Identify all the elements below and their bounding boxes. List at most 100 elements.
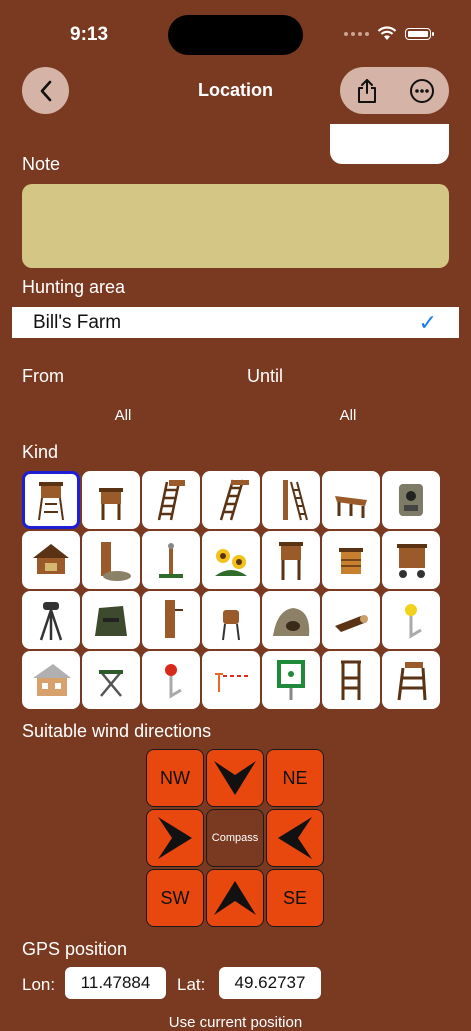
ladder-stand-icon xyxy=(157,480,185,521)
kind-tile-salt-lick-stump[interactable] xyxy=(82,531,140,589)
kind-tile-rock-den[interactable] xyxy=(262,591,320,649)
kind-tile-elevated-hide[interactable] xyxy=(262,531,320,589)
until-label: Until xyxy=(247,366,284,386)
use-current-position-button[interactable]: Use current position xyxy=(0,1014,471,1031)
kind-tile-red-pin[interactable] xyxy=(142,651,200,709)
status-time: 9:13 xyxy=(70,24,109,45)
share-icon xyxy=(358,78,377,103)
wind-nw-button[interactable]: NW xyxy=(146,749,204,807)
until-picker[interactable]: All xyxy=(225,407,471,424)
lat-label: Lat: xyxy=(177,975,206,994)
red-pin-icon xyxy=(165,664,182,699)
kind-tile-barrier[interactable] xyxy=(202,651,260,709)
high-seat-icon xyxy=(38,482,64,521)
wind-n-button[interactable] xyxy=(206,749,264,807)
note-label: Note xyxy=(22,154,61,174)
compass-center[interactable]: Compass xyxy=(206,809,264,867)
barrier-icon xyxy=(215,673,251,692)
kind-tile-ground-blind[interactable] xyxy=(82,591,140,649)
trail-camera-icon xyxy=(399,484,423,516)
kind-tile-tripod-scope[interactable] xyxy=(22,591,80,649)
kind-tile-flowers[interactable] xyxy=(202,531,260,589)
lon-field[interactable]: 11.47884 xyxy=(65,967,166,999)
wind-sw-button[interactable]: SW xyxy=(146,869,204,927)
from-label: From xyxy=(22,366,64,386)
assembly-point-sign-icon xyxy=(277,660,305,700)
kind-tile-log[interactable] xyxy=(322,591,380,649)
hunting-area-option[interactable]: Bill's Farm ✓ xyxy=(12,307,459,338)
kind-tile-ladder-seat[interactable] xyxy=(382,651,440,709)
map-preview-card[interactable] xyxy=(330,124,449,164)
marker-post-icon xyxy=(159,543,183,578)
arrow-up-icon xyxy=(214,881,256,915)
more-button[interactable] xyxy=(395,67,450,114)
bench-icon xyxy=(335,496,367,518)
hunting-chair-icon xyxy=(341,660,361,700)
kind-tile-ladder-stand[interactable] xyxy=(142,471,200,529)
elevated-hide-icon xyxy=(279,542,303,580)
barrel-feeder-icon xyxy=(222,610,240,641)
kind-tile-yellow-pin[interactable] xyxy=(382,591,440,649)
kind-tile-mobile-stand[interactable] xyxy=(382,531,440,589)
salt-lick-stump-icon xyxy=(101,542,131,581)
tripod-scope-icon xyxy=(39,602,63,641)
status-icons xyxy=(344,26,434,41)
kind-tile-folding-stool[interactable] xyxy=(82,651,140,709)
note-field[interactable] xyxy=(22,184,449,268)
wind-se-button[interactable]: SE xyxy=(266,869,324,927)
kind-label: Kind xyxy=(22,442,59,462)
kind-tile-small-stand[interactable] xyxy=(82,471,140,529)
from-picker[interactable]: All xyxy=(0,407,246,424)
kind-tile-hunting-chair[interactable] xyxy=(322,651,380,709)
folding-stool-icon xyxy=(99,670,123,697)
kind-tile-feeding-hut[interactable] xyxy=(22,531,80,589)
kind-tile-tall-ladder[interactable] xyxy=(202,471,260,529)
kind-tile-marker-post[interactable] xyxy=(142,531,200,589)
kind-tile-trail-camera[interactable] xyxy=(382,471,440,529)
lat-field[interactable]: 49.62737 xyxy=(219,967,321,999)
wind-w-button[interactable] xyxy=(146,809,204,867)
wind-label: Suitable wind directions xyxy=(22,721,212,741)
kind-tile-tree-ladder[interactable] xyxy=(262,471,320,529)
feeding-hut-icon xyxy=(33,544,69,574)
small-stand-icon xyxy=(99,488,123,520)
dynamic-island xyxy=(168,15,303,55)
gps-label: GPS position xyxy=(22,939,128,959)
wind-s-button[interactable] xyxy=(206,869,264,927)
lon-label: Lon: xyxy=(22,975,56,994)
wifi-icon xyxy=(377,26,397,40)
checkmark-icon: ✓ xyxy=(418,309,437,335)
hunting-area-name: Bill's Farm xyxy=(33,311,122,333)
wind-e-button[interactable] xyxy=(266,809,324,867)
ground-blind-icon xyxy=(95,606,127,636)
kind-tile-barrel-feeder[interactable] xyxy=(202,591,260,649)
kind-tile-bench[interactable] xyxy=(322,471,380,529)
kind-tile-box-feeder[interactable] xyxy=(322,531,380,589)
kind-tile-lodge[interactable] xyxy=(22,651,80,709)
yellow-pin-icon xyxy=(405,604,422,639)
box-feeder-icon xyxy=(339,548,363,574)
tree-ladder-icon xyxy=(283,480,308,521)
kind-tile-assembly-point-sign[interactable] xyxy=(262,651,320,709)
ladder-seat-icon xyxy=(397,662,427,701)
more-icon xyxy=(409,78,434,103)
kind-tile-stump-pole[interactable] xyxy=(142,591,200,649)
log-icon xyxy=(335,615,368,632)
arrow-left-icon xyxy=(278,817,312,859)
arrow-right-icon xyxy=(158,817,192,859)
kind-grid xyxy=(22,471,440,709)
signal-dots-icon xyxy=(344,31,369,36)
flowers-icon xyxy=(215,549,247,576)
mobile-stand-icon xyxy=(397,544,427,578)
wind-ne-button[interactable]: NE xyxy=(266,749,324,807)
nav-actions xyxy=(340,67,449,114)
tall-ladder-icon xyxy=(219,479,249,521)
wind-compass: NW NE Compass SW SE xyxy=(146,749,324,927)
hunting-area-label: Hunting area xyxy=(22,277,126,297)
share-button[interactable] xyxy=(340,67,395,114)
battery-icon xyxy=(405,27,434,40)
rock-den-icon xyxy=(273,608,310,636)
kind-tile-high-seat[interactable] xyxy=(22,471,80,529)
lodge-icon xyxy=(33,664,71,696)
stump-pole-icon xyxy=(165,600,183,638)
